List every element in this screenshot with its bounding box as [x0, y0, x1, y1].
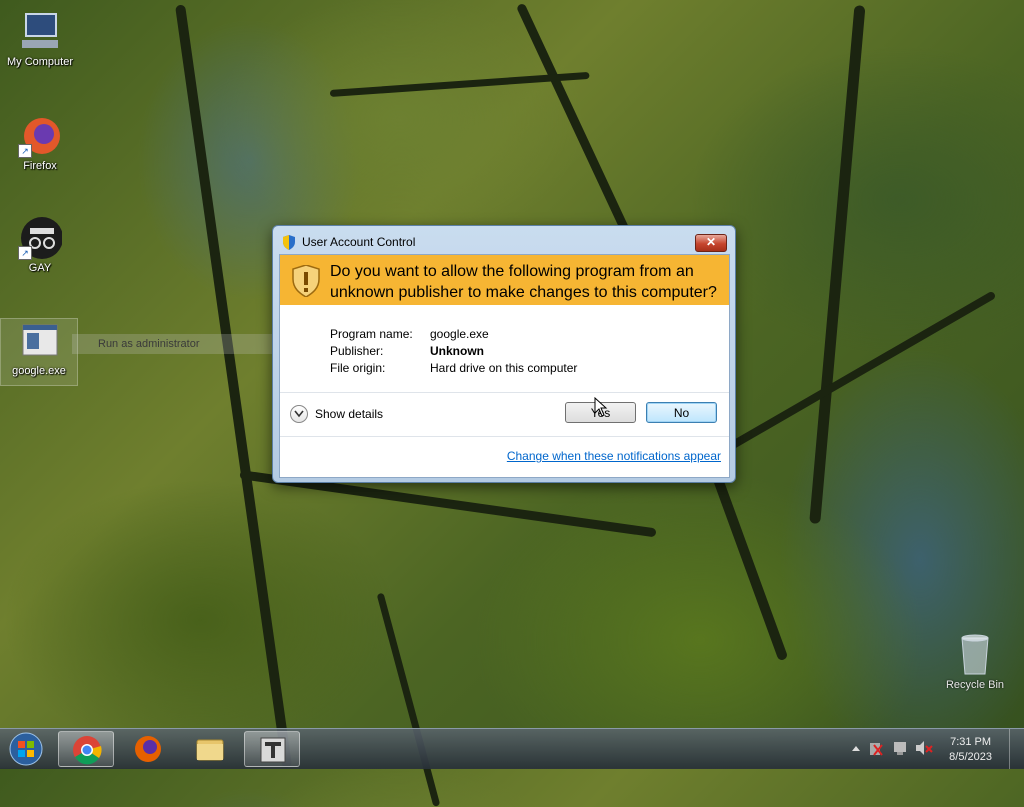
- taskbar-app[interactable]: [244, 731, 300, 767]
- show-desktop-button[interactable]: [1009, 729, 1024, 769]
- clock-date: 8/5/2023: [949, 751, 992, 763]
- publisher-label: Publisher:: [330, 344, 384, 358]
- show-details-toggle[interactable]: Show details: [290, 405, 383, 423]
- clock[interactable]: 7:31 PM 8/5/2023: [949, 735, 992, 765]
- uac-dialog: User Account Control ✕ Do you want to al…: [272, 225, 736, 483]
- warning-banner: Do you want to allow the following progr…: [280, 255, 729, 305]
- program-name-label: Program name:: [330, 327, 413, 341]
- program-name-value: google.exe: [430, 327, 489, 341]
- computer-icon: [18, 10, 62, 54]
- chevron-down-icon: [290, 405, 308, 423]
- file-origin-label: File origin:: [330, 361, 386, 375]
- firefox-icon: [135, 736, 161, 762]
- desktop-icon-label: My Computer: [6, 56, 74, 68]
- taskbar-firefox[interactable]: [120, 731, 176, 767]
- taskbar: 7:31 PM 8/5/2023: [0, 728, 1024, 769]
- desktop-icon-label: GAY: [28, 262, 52, 274]
- dialog-content: Do you want to allow the following progr…: [279, 254, 730, 478]
- file-origin-row: File origin: Hard drive on this computer: [330, 360, 577, 377]
- publisher-row: Publisher: Unknown: [330, 343, 577, 360]
- close-icon: ✕: [705, 235, 717, 249]
- chrome-icon: [73, 736, 102, 765]
- desktop-icon-label: google.exe: [12, 365, 66, 377]
- app-icon: [260, 737, 286, 763]
- start-button[interactable]: [4, 731, 48, 767]
- desktop-icon-label: Recycle Bin: [945, 679, 1005, 691]
- file-origin-value: Hard drive on this computer: [430, 361, 578, 375]
- divider: [280, 392, 729, 393]
- program-info: Program name: google.exe Publisher: Unkn…: [330, 326, 577, 377]
- taskbar-chrome[interactable]: [58, 731, 114, 767]
- mouse-cursor-icon: [594, 397, 608, 417]
- uac-shield-icon: [283, 235, 295, 250]
- divider: [280, 436, 729, 437]
- clock-time: 7:31 PM: [950, 736, 992, 748]
- shortcut-arrow-icon: ↗: [18, 246, 32, 260]
- desktop-icon-label: Firefox: [23, 160, 57, 172]
- program-name-row: Program name: google.exe: [330, 326, 577, 343]
- dialog-title: User Account Control: [302, 235, 416, 249]
- context-menu-hint-label: Run as administrator: [98, 338, 200, 350]
- desktop-icon-my-computer[interactable]: My Computer: [2, 10, 78, 68]
- no-button[interactable]: No: [646, 402, 717, 423]
- desktop-icon-firefox[interactable]: ↗ Firefox: [2, 114, 78, 172]
- warning-shield-icon: [292, 265, 320, 297]
- dialog-question: Do you want to allow the following progr…: [330, 263, 717, 301]
- tray-icons: [852, 741, 933, 756]
- firefox-icon: ↗: [18, 114, 62, 158]
- system-tray: 7:31 PM 8/5/2023: [844, 729, 1024, 769]
- show-hidden-icons-icon: [852, 746, 860, 751]
- dialog-titlebar[interactable]: User Account Control ✕: [273, 226, 735, 254]
- windows-logo-icon: [9, 732, 43, 766]
- executable-icon: [17, 319, 61, 363]
- notification-settings-link[interactable]: Change when these notifications appear: [507, 449, 721, 463]
- close-button[interactable]: ✕: [695, 234, 727, 252]
- show-details-label: Show details: [315, 407, 384, 421]
- recycle-bin-icon: [961, 634, 989, 675]
- folder-icon: [196, 739, 224, 761]
- incognito-icon: ↗: [18, 216, 63, 260]
- desktop-icon-recycle-bin[interactable]: Recycle Bin: [940, 632, 1010, 691]
- taskbar-explorer[interactable]: [182, 731, 238, 767]
- desktop-icon-google-exe[interactable]: google.exe: [0, 318, 78, 386]
- publisher-value: Unknown: [430, 344, 484, 358]
- desktop-icon-gay[interactable]: ↗ GAY: [2, 216, 78, 274]
- context-menu-hint[interactable]: Run as administrator: [72, 334, 272, 354]
- shortcut-arrow-icon: ↗: [18, 144, 32, 158]
